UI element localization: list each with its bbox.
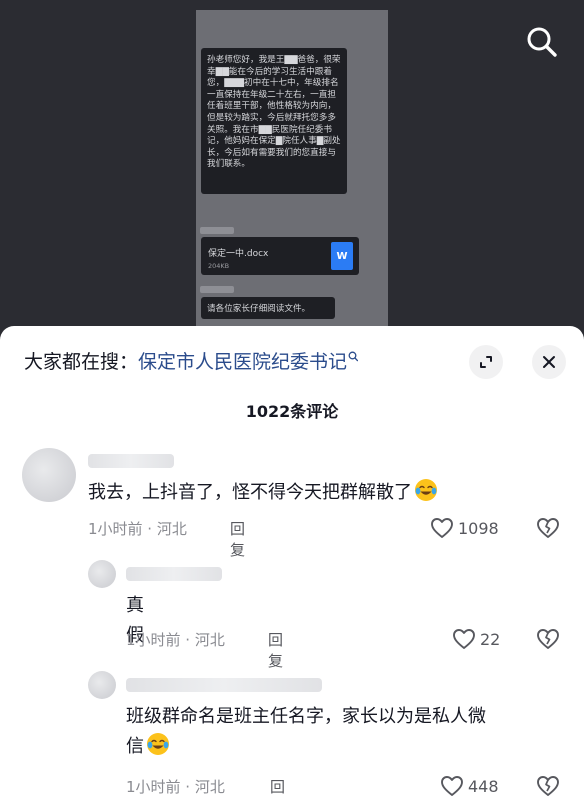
expand-icon — [480, 356, 492, 368]
search-suggestion-prefix: 大家都在搜： — [24, 351, 139, 373]
dislike-button[interactable] — [536, 516, 560, 540]
file-name: 保定一中.docx — [208, 249, 269, 259]
file-size: 204KB — [208, 262, 230, 270]
avatar[interactable] — [88, 671, 116, 699]
comment-meta: 1小时前 · 河北 — [126, 778, 225, 796]
heart-icon — [453, 629, 475, 649]
search-small-icon — [348, 351, 359, 362]
username-blurred[interactable] — [126, 678, 322, 692]
search-button[interactable] — [524, 24, 560, 60]
like-count: 448 — [468, 776, 499, 796]
like-count: 22 — [480, 629, 501, 649]
comment-text: 班级群命名是班主任名字，家长以为是私人微 信 — [126, 706, 486, 757]
comment-meta: 1小时前 · 河北 — [126, 631, 225, 649]
crying-laughing-emoji — [415, 479, 437, 501]
like-button[interactable]: 448 — [440, 774, 499, 798]
heart-icon — [431, 518, 453, 538]
comment-meta: 1小时前 · 河北 — [88, 520, 187, 538]
comment-count: 1022条评论 — [245, 402, 339, 421]
like-count: 1098 — [458, 518, 499, 538]
video-player[interactable]: 孙老师您好，我是王▇▇爸爸，很荣幸▇▇能在今后的学习生活中跟着您，▇▇▇初中在十… — [0, 0, 584, 340]
notice-message-bubble: 请各位家长仔细阅读文件。 — [201, 297, 335, 319]
dislike-button[interactable] — [536, 627, 560, 651]
file-attachment[interactable]: 保定一中.docx 204KB W — [201, 237, 359, 275]
word-document-icon: W — [331, 242, 353, 270]
reply-button[interactable]: 回复 — [230, 518, 245, 560]
parent-message-bubble: 孙老师您好，我是王▇▇爸爸，很荣幸▇▇能在今后的学习生活中跟着您，▇▇▇初中在十… — [201, 48, 347, 194]
broken-heart-icon — [537, 776, 559, 796]
username-blurred[interactable] — [126, 567, 222, 581]
broken-heart-icon — [537, 518, 559, 538]
username-blurred[interactable] — [88, 454, 174, 468]
reply-button[interactable]: 回复 — [268, 629, 283, 671]
avatar[interactable] — [22, 448, 76, 502]
reply-button[interactable]: 回复 — [270, 776, 285, 800]
like-button[interactable]: 1098 — [430, 516, 499, 540]
sender-name-blurred — [200, 226, 234, 234]
broken-heart-icon — [537, 629, 559, 649]
search-suggestion-query[interactable]: 保定市人民医院纪委书记 — [138, 351, 347, 373]
panel-header: 大家都在搜：保定市人民医院纪委书记 — [0, 326, 584, 396]
close-button[interactable] — [532, 345, 566, 379]
comment-text: 我去，上抖音了，怪不得今天把群解散了 — [88, 478, 438, 508]
like-button[interactable]: 22 — [452, 627, 500, 651]
close-icon — [543, 356, 555, 368]
comment-panel: 大家都在搜：保定市人民医院纪委书记 1022条评论 我去，上抖音了，怪不得今天把… — [0, 326, 584, 800]
heart-icon — [441, 776, 463, 796]
expand-button[interactable] — [469, 345, 503, 379]
sender-name-blurred — [200, 285, 234, 293]
avatar[interactable] — [88, 560, 116, 588]
dislike-button[interactable] — [536, 774, 560, 798]
search-icon — [527, 27, 557, 57]
crying-laughing-emoji — [147, 733, 169, 755]
search-suggestion[interactable]: 大家都在搜：保定市人民医院纪委书记 — [24, 349, 359, 375]
